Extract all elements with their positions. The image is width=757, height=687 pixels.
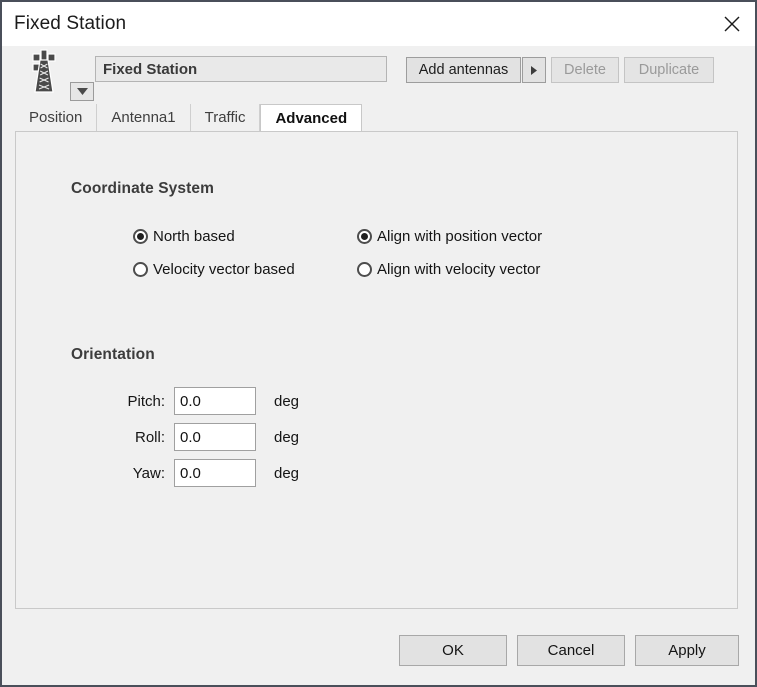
chevron-down-icon	[76, 88, 88, 95]
radio-north-based-indicator	[133, 229, 148, 244]
close-button[interactable]	[709, 2, 755, 46]
title-bar: Fixed Station	[2, 2, 755, 46]
add-antennas-dropdown-button[interactable]	[522, 57, 546, 83]
radio-align-with-velocity-vector[interactable]: Align with velocity vector	[357, 261, 540, 278]
tab-traffic[interactable]: Traffic	[191, 104, 261, 131]
coordinate-system-heading: Coordinate System	[71, 180, 214, 197]
yaw-input[interactable]	[174, 459, 256, 487]
roll-input[interactable]	[174, 423, 256, 451]
window-title: Fixed Station	[14, 13, 127, 34]
tab-antenna1[interactable]: Antenna1	[97, 104, 191, 131]
radio-velocity-vector-based-label: Velocity vector based	[153, 261, 295, 278]
tab-strip: Position Antenna1 Traffic Advanced	[2, 104, 755, 131]
station-dropdown-toggle[interactable]	[70, 82, 94, 101]
dialog-footer: OK Cancel Apply	[2, 625, 755, 685]
fixed-station-dialog: Fixed Station Fixed Station Add antennas…	[0, 0, 757, 687]
radio-align-with-position-vector-indicator	[357, 229, 372, 244]
advanced-panel: Coordinate System North based Velocity v…	[15, 131, 738, 609]
radio-velocity-vector-based[interactable]: Velocity vector based	[133, 261, 295, 278]
pitch-row: Pitch: deg	[116, 387, 299, 415]
yaw-label: Yaw:	[132, 464, 165, 482]
cancel-button[interactable]: Cancel	[517, 635, 625, 666]
close-icon	[724, 16, 740, 32]
delete-button[interactable]: Delete	[551, 57, 619, 83]
radio-align-with-position-vector-label: Align with position vector	[377, 228, 543, 245]
radio-align-with-position-vector[interactable]: Align with position vector	[357, 228, 542, 245]
radio-north-based[interactable]: North based	[133, 228, 235, 245]
roll-unit: deg	[274, 428, 300, 446]
radio-north-based-label: North based	[153, 228, 235, 245]
ok-button[interactable]: OK	[399, 635, 507, 666]
add-antennas-button[interactable]: Add antennas	[406, 57, 521, 83]
pitch-label: Pitch:	[127, 392, 165, 410]
toolbar: Add antennas Delete Duplicate	[2, 46, 755, 104]
station-name-input[interactable]	[95, 56, 387, 82]
radio-velocity-vector-based-indicator	[133, 262, 148, 277]
pitch-unit: deg	[274, 392, 300, 410]
tab-content-area: Coordinate System North based Velocity v…	[2, 131, 755, 625]
pitch-input[interactable]	[174, 387, 256, 415]
tab-advanced[interactable]: Advanced	[260, 104, 363, 131]
radio-align-with-velocity-vector-label: Align with velocity vector	[377, 261, 541, 278]
roll-label: Roll:	[134, 428, 165, 446]
yaw-row: Yaw: deg	[116, 459, 299, 487]
radio-align-with-velocity-vector-indicator	[357, 262, 372, 277]
duplicate-button[interactable]: Duplicate	[624, 57, 714, 83]
roll-row: Roll: deg	[116, 423, 299, 451]
yaw-unit: deg	[274, 464, 300, 482]
orientation-heading: Orientation	[71, 346, 155, 363]
apply-button[interactable]: Apply	[635, 635, 739, 666]
tab-position[interactable]: Position	[15, 104, 98, 131]
chevron-right-icon	[531, 65, 537, 75]
antenna-tower-icon	[24, 48, 64, 96]
